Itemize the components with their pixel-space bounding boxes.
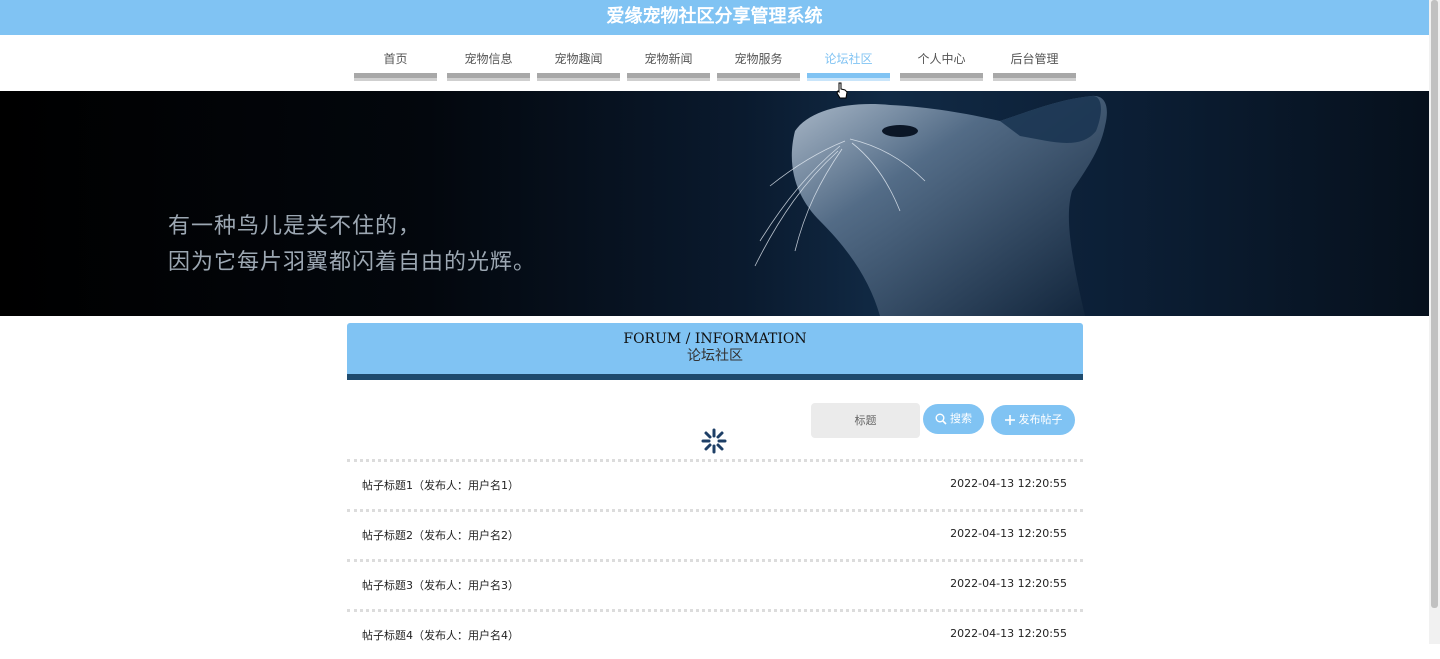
loading-spinner-icon bbox=[701, 428, 727, 454]
post-title: 帖子标题2（发布人：用户名2） bbox=[362, 529, 519, 542]
section-title-en: FORUM / INFORMATION bbox=[623, 331, 807, 347]
scrollbar-thumb[interactable] bbox=[1431, 0, 1438, 608]
post-title: 帖子标题3（发布人：用户名3） bbox=[362, 579, 519, 592]
post-time: 2022-04-13 12:20:55 bbox=[950, 527, 1067, 540]
nav-label: 宠物新闻 bbox=[644, 52, 693, 66]
nav-label: 宠物趣闻 bbox=[554, 52, 603, 66]
section-title-cn: 论坛社区 bbox=[687, 348, 743, 364]
post-time: 2022-04-13 12:20:55 bbox=[950, 577, 1067, 590]
nav-label: 宠物服务 bbox=[734, 52, 783, 66]
nav-label: 首页 bbox=[383, 52, 408, 66]
nav-label: 个人中心 bbox=[917, 52, 966, 66]
post-title: 帖子标题4（发布人：用户名4） bbox=[362, 629, 519, 642]
search-button[interactable]: 搜索 bbox=[923, 404, 984, 434]
post-row[interactable]: 帖子标题4（发布人：用户名4） 2022-04-13 12:20:55 bbox=[347, 609, 1083, 659]
post-time: 2022-04-13 12:20:55 bbox=[950, 627, 1067, 640]
banner-quote: 有一种鸟儿是关不住的， 因为它每片羽翼都闪着自由的光辉。 bbox=[168, 209, 536, 281]
nav-label: 论坛社区 bbox=[824, 52, 873, 66]
search-button-label: 搜索 bbox=[950, 412, 972, 425]
forum-post-list: 帖子标题1（发布人：用户名1） 2022-04-13 12:20:55 帖子标题… bbox=[347, 459, 1083, 659]
publish-post-button[interactable]: 发布帖子 bbox=[991, 405, 1075, 435]
banner-quote-line: 因为它每片羽翼都闪着自由的光辉。 bbox=[168, 250, 537, 275]
title-search-input[interactable] bbox=[811, 403, 920, 438]
post-row[interactable]: 帖子标题2（发布人：用户名2） 2022-04-13 12:20:55 bbox=[347, 509, 1083, 559]
nav-label: 后台管理 bbox=[1010, 52, 1059, 66]
search-icon bbox=[935, 413, 947, 425]
post-title: 帖子标题1（发布人：用户名1） bbox=[362, 479, 519, 492]
mouse-pointer-icon bbox=[836, 82, 848, 99]
publish-post-label: 发布帖子 bbox=[1018, 413, 1063, 426]
hero-banner: 有一种鸟儿是关不住的， 因为它每片羽翼都闪着自由的光辉。 bbox=[0, 91, 1429, 316]
plus-icon bbox=[1004, 415, 1015, 425]
post-time: 2022-04-13 12:20:55 bbox=[950, 477, 1067, 490]
post-row[interactable]: 帖子标题1（发布人：用户名1） 2022-04-13 12:20:55 bbox=[347, 459, 1083, 509]
main-nav: 首页 宠物信息 宠物趣闻 宠物新闻 宠物服务 论坛社区 个人中心 后台管理 bbox=[0, 35, 1429, 91]
page-scrollbar[interactable] bbox=[1429, 0, 1440, 644]
cat-silhouette-image bbox=[754, 95, 1107, 316]
app-title: 爱缘宠物社区分享管理系统 bbox=[0, 0, 1429, 35]
section-header: FORUM / INFORMATION 论坛社区 bbox=[347, 323, 1083, 380]
post-row[interactable]: 帖子标题3（发布人：用户名3） 2022-04-13 12:20:55 bbox=[347, 559, 1083, 609]
nav-label: 宠物信息 bbox=[464, 52, 513, 66]
banner-quote-line: 有一种鸟儿是关不住的， bbox=[168, 214, 422, 239]
